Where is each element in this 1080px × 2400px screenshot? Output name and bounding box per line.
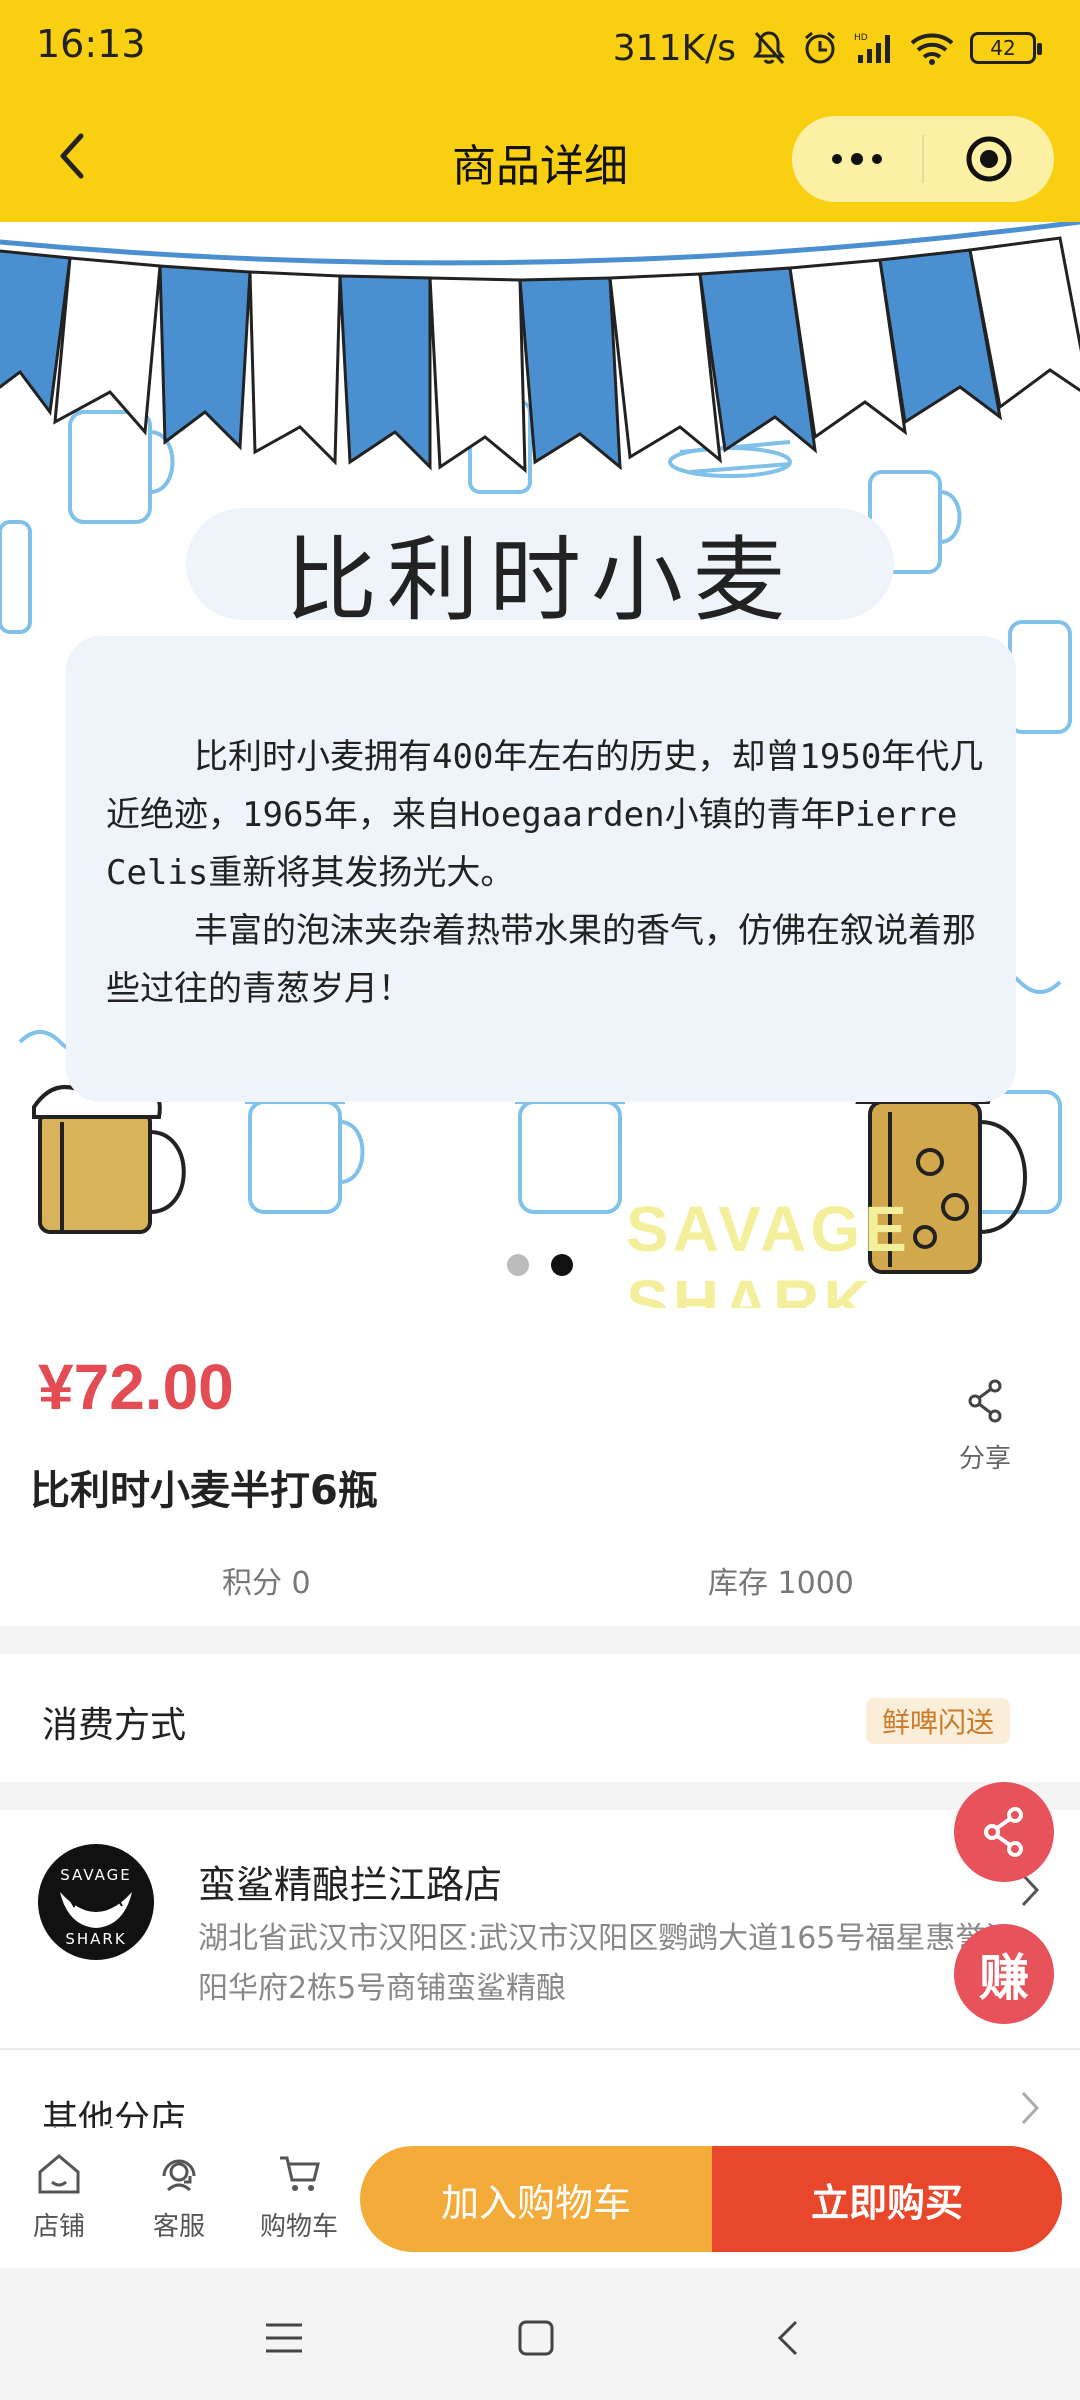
bottom-action-bar: 店铺 客服 购物车 加入购物车 立即购买 — [0, 2128, 1080, 2268]
banner-heading: 比利时小麦 — [284, 527, 795, 634]
home-icon — [38, 2154, 80, 2194]
points-value: 积分 0 — [222, 1566, 311, 1601]
nav-cart-label: 购物车 — [259, 2212, 338, 2242]
close-miniprogram-button[interactable] — [924, 116, 1054, 202]
headset-icon — [162, 2159, 196, 2192]
system-navigation-bar — [0, 2268, 1080, 2400]
square-icon — [518, 2320, 554, 2356]
banner-paragraph-1: 比利时小麦拥有400年左右的历史，却曾1950年代几近绝迹，1965年，来自Ho… — [106, 737, 984, 893]
floating-share-button[interactable] — [954, 1782, 1054, 1882]
more-button[interactable] — [792, 116, 922, 202]
consumption-method-row[interactable]: 消费方式 鲜啤闪送 — [0, 1654, 1080, 1782]
product-info: ¥72.00 比利时小麦半打6瓶 分享 积分 0 库存 1000 — [0, 1308, 1080, 1626]
svg-text:SHARK: SHARK — [65, 1930, 126, 1948]
other-branches-label: 其他分店 — [42, 2099, 187, 2128]
network-speed: 311K/s — [612, 27, 736, 69]
wifi-icon — [910, 31, 954, 65]
add-to-cart-button[interactable]: 加入购物车 — [360, 2146, 712, 2252]
system-back-button[interactable] — [758, 2308, 818, 2368]
nav-service-label: 客服 — [152, 2212, 205, 2242]
cart-icon — [280, 2156, 320, 2191]
share-label: 分享 — [958, 1444, 1011, 1474]
nav-cart[interactable]: 购物车 — [244, 2152, 354, 2243]
home-button[interactable] — [506, 2308, 566, 2368]
buy-now-button[interactable]: 立即购买 — [712, 2146, 1062, 2252]
miniprogram-capsule — [792, 116, 1054, 202]
nav-store[interactable]: 店铺 — [4, 2152, 114, 2243]
other-branches-row[interactable]: 其他分店 — [0, 2050, 1080, 2128]
svg-text:HD: HD — [854, 33, 868, 43]
banner-paragraph-2: 丰富的泡沫夹杂着热带水果的香气，仿佛在叙说着那些过往的青葱岁月！ — [106, 911, 976, 1009]
chevron-right-icon — [1021, 2091, 1040, 2125]
store-address: 湖北省武汉市汉阳区:武汉市汉阳区鹦鹉大道165号福星惠誉汉阳华府2栋5号商铺蛮鲨… — [198, 1921, 1016, 2006]
consumption-method-label: 消费方式 — [42, 1705, 187, 1746]
store-name: 蛮鲨精酿拦江路店 — [198, 1863, 503, 1907]
svg-text:SAVAGE: SAVAGE — [60, 1866, 132, 1884]
alarm-clock-icon — [802, 30, 838, 66]
status-time: 16:13 — [36, 22, 146, 66]
product-name: 比利时小麦半打6瓶 — [30, 1468, 378, 1514]
product-price: ¥72.00 — [38, 1351, 234, 1423]
share-icon — [984, 1807, 1023, 1857]
mute-bell-icon — [752, 29, 786, 67]
nav-customer-service[interactable]: 客服 — [124, 2152, 234, 2243]
banner-description: 比利时小麦拥有400年左右的历史，却曾1950年代几近绝迹，1965年，来自Ho… — [106, 728, 986, 1018]
target-circle-icon — [966, 136, 1012, 182]
signal-icon: HD — [854, 31, 894, 65]
store-logo: SAVAGE SHARK — [38, 1844, 154, 1960]
carousel-dot[interactable] — [507, 1254, 529, 1276]
top-bar: 16:13 311K/s HD 42 商品详细 — [0, 0, 1080, 222]
chevron-left-icon — [777, 2320, 798, 2356]
store-card[interactable]: SAVAGE SHARK 蛮鲨精酿拦江路店 湖北省武汉市汉阳区:武汉市汉阳区鹦鹉… — [0, 1810, 1080, 2050]
carousel-indicator — [0, 1254, 1080, 1276]
battery-icon: 42 — [970, 32, 1042, 64]
earn-button[interactable]: 赚 — [954, 1924, 1054, 2024]
menu-icon — [266, 2323, 302, 2353]
delivery-tag: 鲜啤闪送 — [865, 1698, 1010, 1744]
product-image-carousel[interactable]: 比利时小麦 比利时小麦拥有400年左右的历史，却曾1950年代几近绝迹，1965… — [0, 222, 1080, 1308]
carousel-dot-active[interactable] — [551, 1254, 573, 1276]
stock-value: 库存 1000 — [708, 1566, 854, 1601]
status-bar: 16:13 311K/s HD 42 — [0, 0, 1080, 96]
share-icon — [968, 1379, 1002, 1423]
nav-store-label: 店铺 — [32, 2212, 85, 2242]
title-bar: 商品详细 — [0, 96, 1080, 222]
recent-apps-button[interactable] — [254, 2308, 314, 2368]
status-icons: 311K/s HD 42 — [612, 22, 1042, 74]
brand-watermark: SAVAGE SHARK — [626, 1193, 911, 1308]
more-dots-icon — [832, 153, 882, 165]
share-button[interactable]: 分享 — [940, 1378, 1030, 1475]
